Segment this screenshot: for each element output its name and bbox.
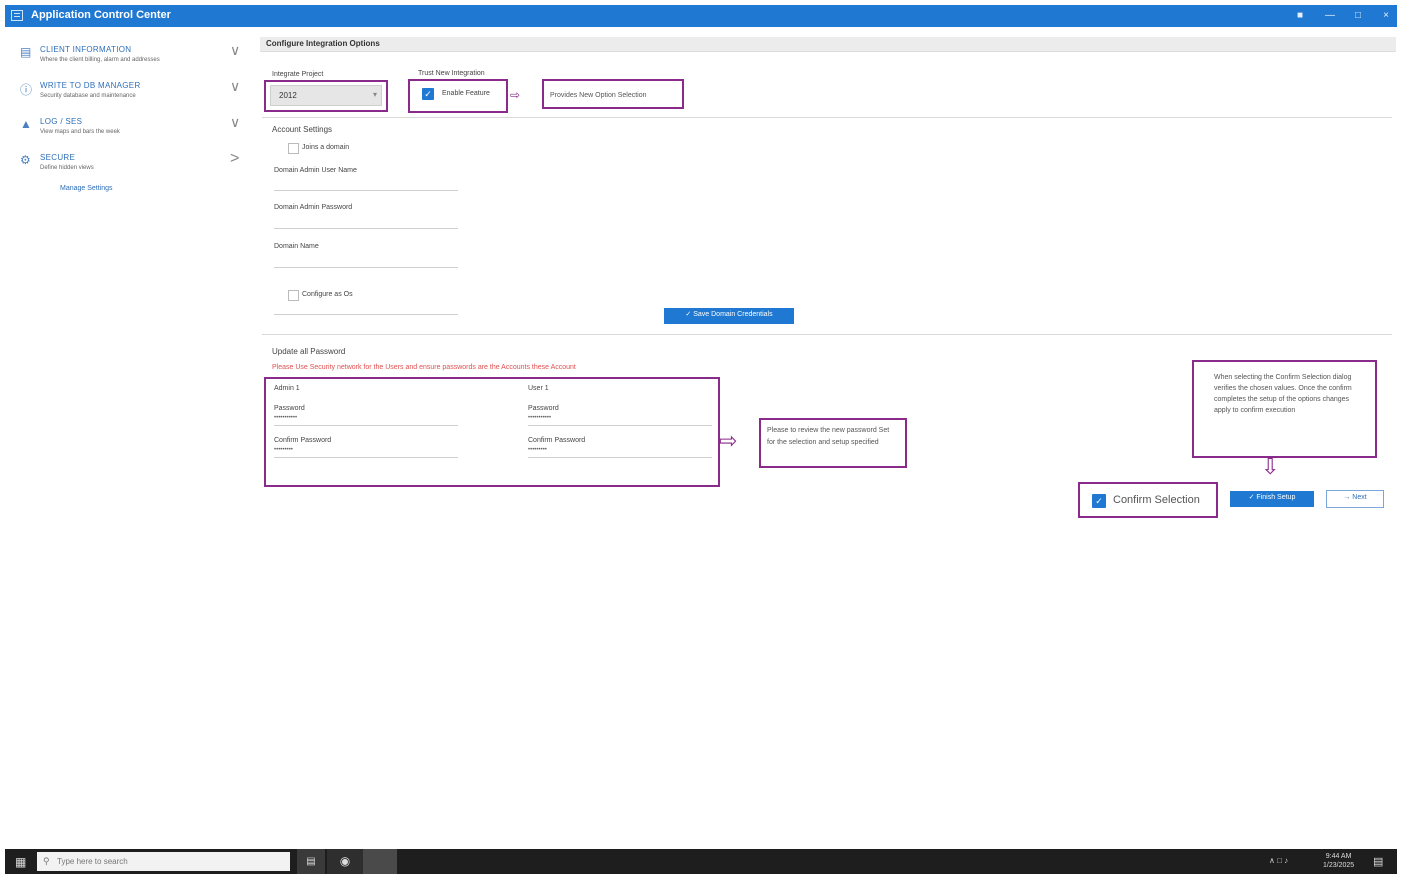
domain-admin-user-field[interactable]	[274, 180, 458, 191]
clock[interactable]: 9:44 AM 1/23/2025	[1323, 852, 1354, 870]
admin-password-label: Password	[274, 405, 305, 412]
sidebar-item-description: View maps and bars the week	[40, 129, 120, 135]
section-title: Configure Integration Options	[266, 39, 380, 48]
sidebar-item-description: Security database and maintenance	[40, 93, 136, 99]
domain-name-label: Domain Name	[274, 243, 319, 250]
minimize-icon[interactable]: —	[1323, 9, 1337, 23]
enable-label: Enable Feature	[442, 90, 490, 97]
integration-select[interactable]: 2012 ▾	[270, 85, 382, 106]
arrow-right-icon: ⇨	[719, 428, 738, 453]
section-header: Configure Integration Options	[260, 37, 1396, 52]
manage-settings-link[interactable]: Manage Settings	[60, 185, 113, 192]
user-password-field[interactable]: •••••••••••	[528, 415, 712, 426]
admin-header: Admin 1	[274, 385, 300, 392]
annotation-note: Please to review the new password Set fo…	[759, 418, 907, 468]
sidebar-item-client-information[interactable]: ▤ CLIENT INFORMATION Where the client bi…	[18, 42, 248, 76]
join-domain-label: Joins a domain	[302, 144, 350, 151]
chevron-down-icon: ▾	[372, 90, 377, 99]
domain-name-field[interactable]	[274, 257, 458, 268]
active-app-taskbar-icon[interactable]	[363, 849, 397, 874]
close-icon[interactable]: ×	[1379, 9, 1393, 23]
domain-admin-user-label: Domain Admin User Name	[274, 167, 357, 174]
update-password-title: Update all Password	[272, 347, 346, 356]
annotation-box	[264, 377, 720, 487]
enable-checkbox[interactable]: ✓	[422, 88, 434, 100]
clock-date: 1/23/2025	[1323, 862, 1355, 869]
chevron-right-icon[interactable]: >	[230, 150, 239, 168]
client-icon: ▤	[20, 45, 32, 59]
task-view-icon[interactable]: ▤	[297, 849, 325, 874]
sidebar-item-label: SECURE	[40, 153, 76, 162]
sidebar-item-description: Where the client billing, alarm and addr…	[40, 57, 160, 63]
app-taskbar-icon[interactable]: ◉	[327, 849, 363, 874]
domain-admin-password-field[interactable]	[274, 218, 458, 229]
admin-password-field[interactable]: •••••••••••	[274, 415, 458, 426]
taskbar: ▦ Type here to search ⚲ ▤ ◉ ∧ □ ♪ 9:44 A…	[5, 849, 1397, 874]
log-icon: ▲	[20, 117, 32, 131]
chevron-down-icon[interactable]: ∨	[230, 114, 240, 131]
user-password-label: Password	[528, 405, 559, 412]
configure-os-field[interactable]	[274, 304, 458, 315]
configure-os-label: Configure as Os	[302, 291, 353, 298]
chevron-down-icon[interactable]: ∨	[230, 78, 240, 95]
sidebar-item-write-to-db[interactable]: ⓘ WRITE TO DB MANAGER Security database …	[18, 78, 248, 112]
user-confirm-field[interactable]: •••••••••	[528, 447, 712, 458]
person-icon[interactable]: ■	[1293, 9, 1307, 23]
windows-start-icon[interactable]: ▦	[15, 855, 26, 869]
finish-setup-button[interactable]: ✓ Finish Setup	[1230, 491, 1314, 507]
integration-value: 2012	[279, 91, 297, 100]
admin-confirm-field[interactable]: •••••••••	[274, 447, 458, 458]
divider	[262, 334, 1392, 335]
taskbar-search-input[interactable]: Type here to search	[37, 852, 290, 871]
restore-icon[interactable]: □	[1351, 9, 1365, 23]
user-header: User 1	[528, 385, 549, 392]
next-button[interactable]: → Next	[1326, 490, 1384, 508]
confirm-selection-checkbox[interactable]: ✓	[1092, 494, 1106, 508]
join-domain-checkbox[interactable]	[288, 143, 299, 154]
annotation-note: Provides New Option Selection	[542, 79, 684, 109]
sidebar-item-secure[interactable]: ⚙ SECURE Define hidden views >	[18, 150, 248, 184]
trust-label: Trust New Integration	[418, 70, 485, 77]
chevron-down-icon[interactable]: ∨	[230, 42, 240, 59]
user-confirm-label: Confirm Password	[528, 437, 586, 444]
arrow-right-icon: ⇨	[510, 88, 521, 102]
domain-admin-password-label: Domain Admin Password	[274, 204, 353, 211]
confirm-selection-label: Confirm Selection	[1113, 494, 1200, 506]
sidebar-item-description: Define hidden views	[40, 165, 94, 171]
window-title: Application Control Center	[31, 9, 171, 21]
account-settings-title: Account Settings	[272, 125, 333, 134]
system-tray-icons[interactable]: ∧ □ ♪	[1269, 856, 1288, 865]
title-bar: Application Control Center ■ — □ ×	[5, 5, 1397, 27]
sidebar-item-label: CLIENT INFORMATION	[40, 45, 132, 54]
sidebar-item-label: WRITE TO DB MANAGER	[40, 81, 141, 90]
sidebar-item-label: LOG / SES	[40, 117, 83, 126]
admin-confirm-label: Confirm Password	[274, 437, 332, 444]
annotation-note: When selecting the Confirm Selection dia…	[1192, 360, 1377, 458]
clock-time: 9:44 AM	[1325, 853, 1352, 860]
divider	[262, 117, 1392, 118]
info-icon: ⓘ	[20, 83, 33, 97]
warning-text: Please Use Security network for the User…	[272, 364, 576, 371]
integration-label: Integrate Project	[272, 71, 324, 78]
search-icon: ⚲	[43, 856, 50, 866]
secure-icon: ⚙	[20, 153, 31, 167]
sidebar-item-log-ses[interactable]: ▲ LOG / SES View maps and bars the week …	[18, 114, 248, 148]
save-domain-credentials-button[interactable]: ✓ Save Domain Credentials	[664, 308, 794, 324]
configure-os-checkbox[interactable]	[288, 290, 299, 301]
app-menu-icon[interactable]	[11, 10, 23, 21]
arrow-down-icon: ⇩	[1261, 454, 1280, 479]
notification-icon[interactable]: ▤	[1373, 855, 1383, 868]
